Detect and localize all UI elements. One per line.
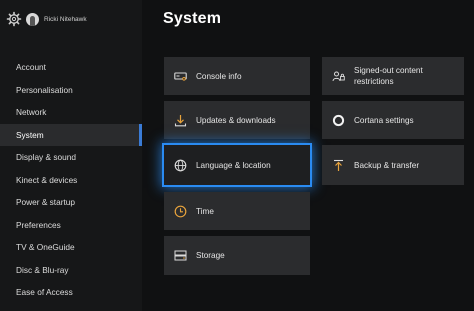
backup-transfer-tile[interactable]: Backup & transfer (322, 145, 464, 185)
language-location-tile[interactable]: Language & location (164, 145, 310, 185)
storage-label: Storage (196, 251, 225, 260)
sidebar-item-power-startup[interactable]: Power & startup (0, 191, 142, 214)
sidebar: Ricki Nitehawk Account Personalisation N… (0, 0, 142, 311)
gamertag: Ricki Nitehawk (44, 15, 87, 23)
sidebar-item-preferences[interactable]: Preferences (0, 214, 142, 237)
cortana-settings-label: Cortana settings (354, 115, 414, 125)
sidebar-item-network[interactable]: Network (0, 101, 142, 124)
clock-icon (174, 205, 187, 218)
globe-icon (174, 159, 187, 172)
page-title: System (163, 10, 222, 27)
download-icon (174, 114, 187, 127)
backup-transfer-label: Backup & transfer (354, 160, 420, 170)
sidebar-item-system[interactable]: System (0, 123, 142, 146)
profile-bar: Ricki Nitehawk (6, 9, 87, 29)
storage-icon (174, 249, 187, 262)
sidebar-item-tv-oneguide[interactable]: TV & OneGuide (0, 236, 142, 259)
sidebar-item-kinect-devices[interactable]: Kinect & devices (0, 169, 142, 192)
avatar[interactable] (26, 12, 39, 26)
cortana-settings-tile[interactable]: Cortana settings (322, 101, 464, 139)
gear-icon[interactable] (6, 11, 22, 27)
time-label: Time (196, 206, 214, 216)
updates-downloads-label: Updates & downloads (196, 115, 276, 125)
storage-tile[interactable]: Storage (164, 236, 310, 275)
time-tile[interactable]: Time (164, 192, 310, 230)
sidebar-item-personalisation[interactable]: Personalisation (0, 79, 142, 102)
sidebar-item-ease-of-access[interactable]: Ease of Access (0, 281, 142, 304)
sidebar-item-display-sound[interactable]: Display & sound (0, 146, 142, 169)
updates-downloads-tile[interactable]: Updates & downloads (164, 101, 310, 139)
sidebar-item-account[interactable]: Account (0, 56, 142, 79)
signed-out-content-restrictions-tile[interactable]: Signed-out content restrictions (322, 57, 464, 95)
signed-out-content-restrictions-label: Signed-out content restrictions (354, 66, 423, 86)
console-info-label: Console info (196, 71, 242, 81)
console-icon (174, 70, 187, 83)
people-lock-icon (332, 70, 345, 83)
language-location-label: Language & location (196, 160, 271, 170)
cortana-icon (332, 114, 345, 127)
upload-icon (332, 159, 345, 172)
sidebar-nav: Account Personalisation Network System D… (0, 56, 142, 304)
sidebar-item-disc-bluray[interactable]: Disc & Blu-ray (0, 259, 142, 282)
console-info-tile[interactable]: Console info (164, 57, 310, 95)
